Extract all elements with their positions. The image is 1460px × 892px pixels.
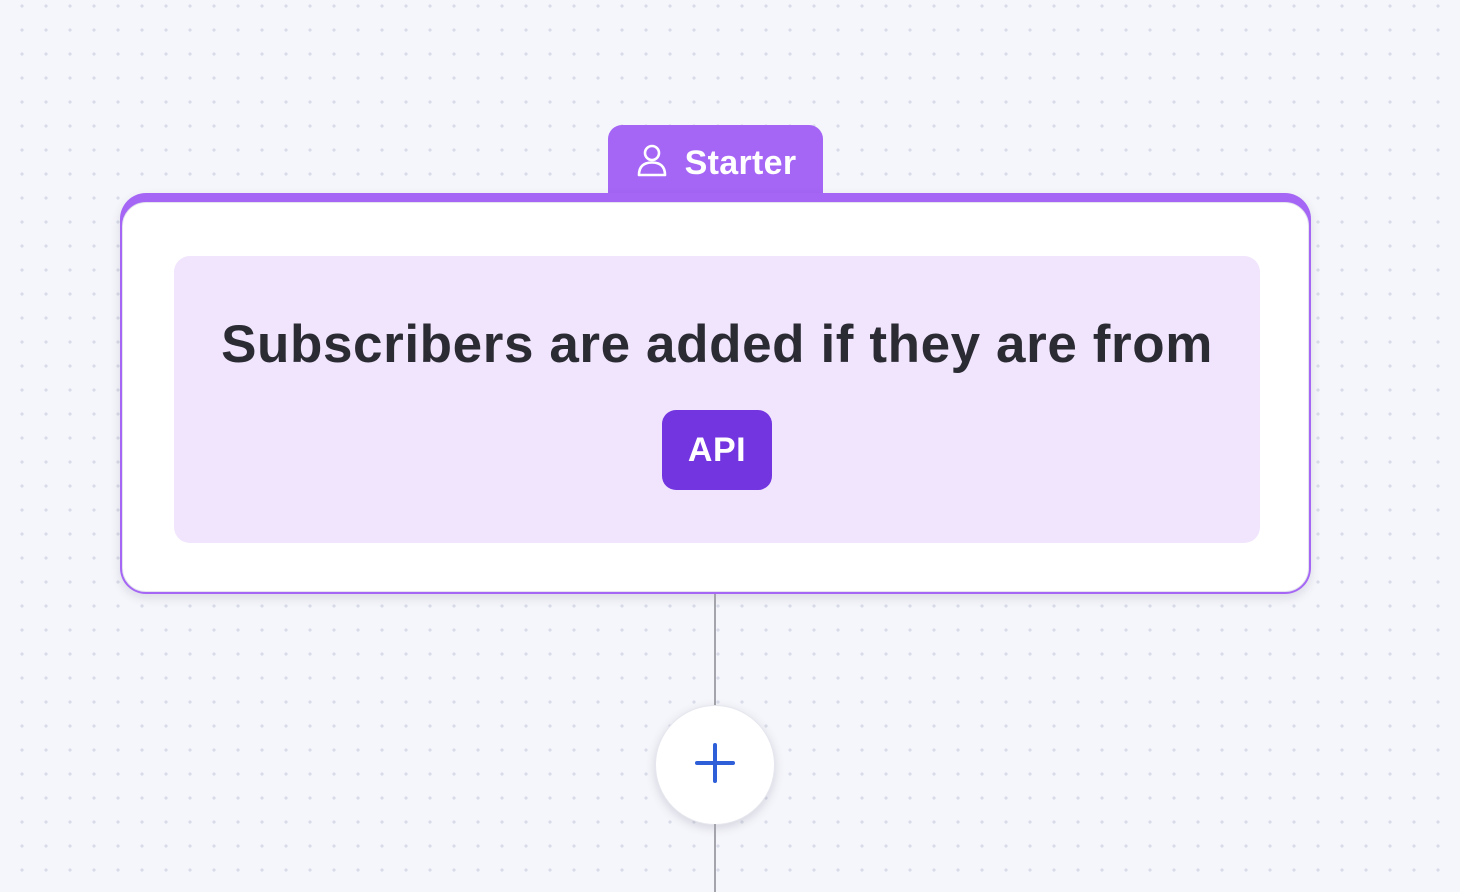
- starter-label: Starter: [684, 144, 797, 182]
- starter-card: Subscribers are added if they are from A…: [122, 202, 1309, 592]
- workflow-canvas[interactable]: Starter Subscribers are added if they ar…: [0, 0, 1460, 892]
- connector-line-bottom: [714, 824, 716, 892]
- trigger-rule-text: Subscribers are added if they are from: [221, 315, 1213, 374]
- starter-tab[interactable]: Starter: [608, 125, 823, 197]
- user-icon: [635, 143, 669, 177]
- add-step-button[interactable]: [655, 705, 775, 825]
- starter-node[interactable]: Subscribers are added if they are from A…: [120, 193, 1311, 594]
- trigger-rule[interactable]: Subscribers are added if they are from A…: [174, 256, 1260, 543]
- connector-line: [714, 594, 716, 706]
- source-chip[interactable]: API: [662, 410, 772, 490]
- plus-icon: [693, 741, 737, 790]
